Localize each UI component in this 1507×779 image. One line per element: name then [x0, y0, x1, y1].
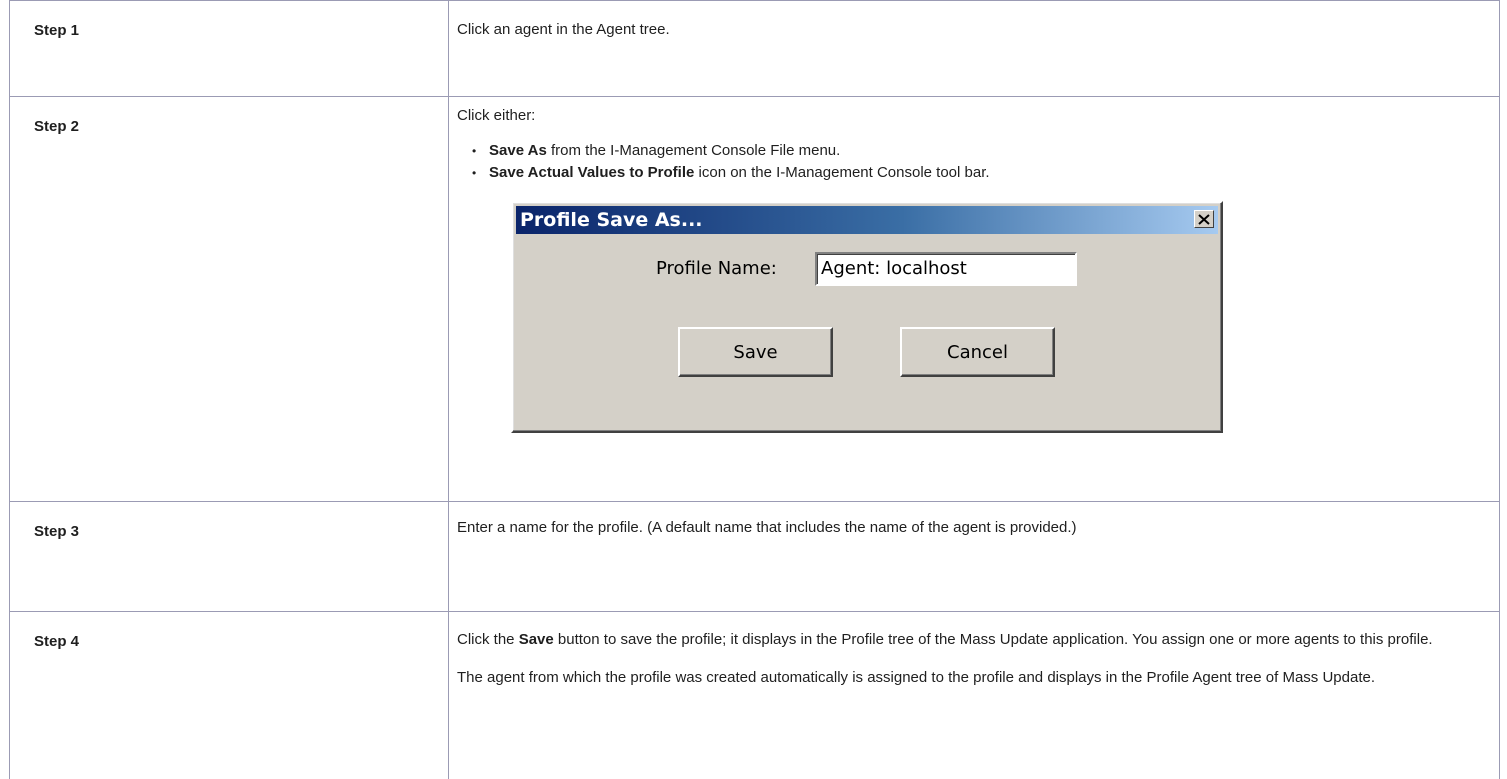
step-label: Step 3: [10, 502, 449, 612]
step-description: Enter a name for the profile. (A default…: [449, 502, 1500, 612]
step-row: Step 3 Enter a name for the profile. (A …: [10, 502, 1500, 612]
step-row: Step 1 Click an agent in the Agent tree.: [10, 1, 1500, 97]
option-list: Save As from the I-Management Console Fi…: [457, 140, 1499, 184]
step-text: Click an agent in the Agent tree.: [457, 21, 1499, 38]
close-icon: [1198, 214, 1210, 225]
step-text-post: button to save the profile; it displays …: [554, 631, 1433, 648]
step-row: Step 2 Click either: Save As from the I-…: [10, 97, 1500, 502]
save-button[interactable]: Save: [678, 327, 833, 377]
profile-name-row: Profile Name: Agent: localhost: [513, 252, 1221, 286]
steps-table: Step 1 Click an agent in the Agent tree.…: [9, 0, 1500, 779]
dialog-title: Profile Save As...: [516, 209, 703, 231]
save-term: Save: [519, 631, 554, 648]
dialog-titlebar[interactable]: Profile Save As...: [516, 206, 1218, 234]
step-row: Step 4 Click the Save button to save the…: [10, 612, 1500, 779]
step-label: Step 4: [10, 612, 449, 779]
cancel-button[interactable]: Cancel: [900, 327, 1055, 377]
step-text: Click either:: [457, 107, 1499, 124]
profile-name-label: Profile Name:: [656, 258, 777, 279]
step-label: Step 1: [10, 1, 449, 97]
step-text-pre: Click the: [457, 631, 519, 648]
step-description: Click the Save button to save the profil…: [449, 612, 1500, 779]
step-description: Click either: Save As from the I-Managem…: [449, 97, 1500, 502]
step-text: Enter a name for the profile. (A default…: [457, 519, 1499, 536]
profile-save-dialog: Profile Save As... Profile Name: Agent: …: [511, 201, 1223, 433]
option-term: Save As: [489, 142, 547, 159]
option-text: icon on the I-Management Console tool ba…: [694, 164, 989, 181]
step-text: Click the Save button to save the profil…: [457, 629, 1499, 651]
step-label: Step 2: [10, 97, 449, 502]
close-button[interactable]: [1194, 210, 1214, 228]
list-item: Save As from the I-Management Console Fi…: [489, 140, 1499, 162]
step-description: Click an agent in the Agent tree.: [449, 1, 1500, 97]
list-item: Save Actual Values to Profile icon on th…: [489, 162, 1499, 184]
option-text: from the I-Management Console File menu.: [547, 142, 840, 159]
option-term: Save Actual Values to Profile: [489, 164, 694, 181]
profile-name-input[interactable]: Agent: localhost: [815, 252, 1077, 286]
step-text: The agent from which the profile was cre…: [457, 667, 1499, 689]
